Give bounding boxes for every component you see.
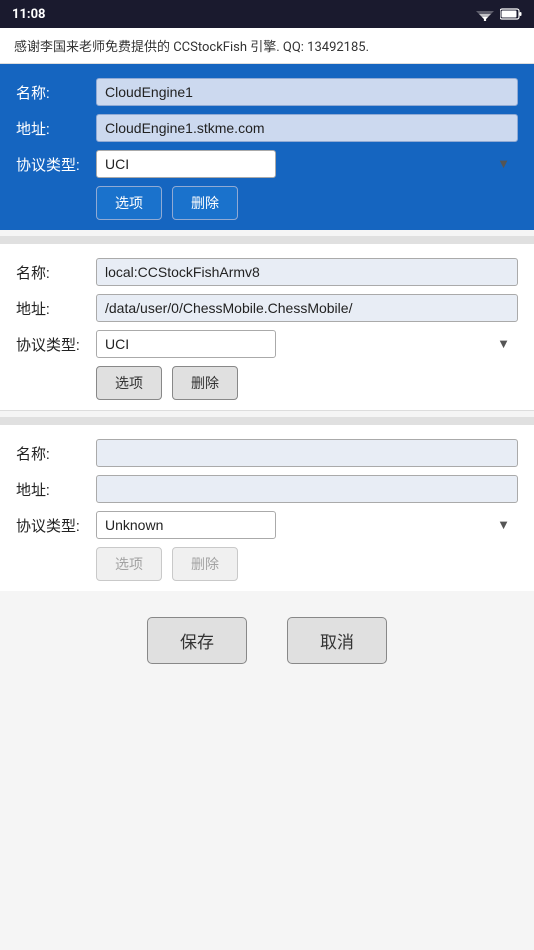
protocol-select-wrapper-1: UCI UCCI Unknown WB ▼ [96, 150, 518, 178]
divider-2 [0, 417, 534, 425]
name-row-1: 名称: [16, 78, 518, 106]
notice-bar: 感谢李国来老师免费提供的 CCStockFish 引擎. QQ: 1349218… [0, 28, 534, 64]
options-button-2[interactable]: 选项 [96, 366, 162, 400]
options-button-1[interactable]: 选项 [96, 186, 162, 220]
status-bar: 11:08 [0, 0, 534, 28]
protocol-select-wrapper-3: Unknown UCI UCCI WB ▼ [96, 511, 518, 539]
chevron-down-icon-3: ▼ [497, 517, 510, 533]
protocol-row-3: 协议类型: Unknown UCI UCCI WB ▼ [16, 511, 518, 539]
divider-1 [0, 236, 534, 244]
engine-card-2: 名称: 地址: 协议类型: UCI UCCI Unknown WB ▼ 选项 删… [0, 244, 534, 411]
address-input-3[interactable] [96, 475, 518, 503]
address-input-1[interactable] [96, 114, 518, 142]
delete-button-1[interactable]: 删除 [172, 186, 238, 220]
delete-button-2[interactable]: 删除 [172, 366, 238, 400]
btn-row-2: 选项 删除 [96, 366, 518, 400]
address-label-2: 地址: [16, 298, 96, 319]
address-label-1: 地址: [16, 118, 96, 139]
cancel-button[interactable]: 取消 [287, 617, 387, 664]
options-button-3: 选项 [96, 547, 162, 581]
engine-card-3: 名称: 地址: 协议类型: Unknown UCI UCCI WB ▼ 选项 删… [0, 425, 534, 591]
protocol-select-1[interactable]: UCI UCCI Unknown WB [96, 150, 276, 178]
name-input-1[interactable] [96, 78, 518, 106]
btn-row-1: 选项 删除 [96, 186, 518, 220]
status-icons [476, 8, 522, 21]
address-row-1: 地址: [16, 114, 518, 142]
protocol-select-2[interactable]: UCI UCCI Unknown WB [96, 330, 276, 358]
protocol-select-wrapper-2: UCI UCCI Unknown WB ▼ [96, 330, 518, 358]
protocol-label-3: 协议类型: [16, 515, 96, 536]
protocol-label-2: 协议类型: [16, 334, 96, 355]
chevron-down-icon: ▼ [497, 156, 510, 172]
name-label-1: 名称: [16, 82, 96, 103]
address-input-2[interactable] [96, 294, 518, 322]
action-bar: 保存 取消 [0, 597, 534, 694]
address-label-3: 地址: [16, 479, 96, 500]
protocol-select-3[interactable]: Unknown UCI UCCI WB [96, 511, 276, 539]
name-row-3: 名称: [16, 439, 518, 467]
protocol-row-1: 协议类型: UCI UCCI Unknown WB ▼ [16, 150, 518, 178]
address-row-2: 地址: [16, 294, 518, 322]
name-label-3: 名称: [16, 443, 96, 464]
engine-card-1: 名称: 地址: 协议类型: UCI UCCI Unknown WB ▼ 选项 删… [0, 64, 534, 230]
notice-text: 感谢李国来老师免费提供的 CCStockFish 引擎. QQ: 1349218… [14, 40, 369, 55]
name-label-2: 名称: [16, 262, 96, 283]
address-row-3: 地址: [16, 475, 518, 503]
chevron-down-icon-2: ▼ [497, 336, 510, 352]
name-input-2[interactable] [96, 258, 518, 286]
wifi-icon [476, 8, 494, 21]
time: 11:08 [12, 7, 46, 22]
protocol-row-2: 协议类型: UCI UCCI Unknown WB ▼ [16, 330, 518, 358]
name-input-3[interactable] [96, 439, 518, 467]
name-row-2: 名称: [16, 258, 518, 286]
btn-row-3: 选项 删除 [96, 547, 518, 581]
battery-icon [500, 8, 522, 20]
delete-button-3: 删除 [172, 547, 238, 581]
protocol-label-1: 协议类型: [16, 154, 96, 175]
save-button[interactable]: 保存 [147, 617, 247, 664]
